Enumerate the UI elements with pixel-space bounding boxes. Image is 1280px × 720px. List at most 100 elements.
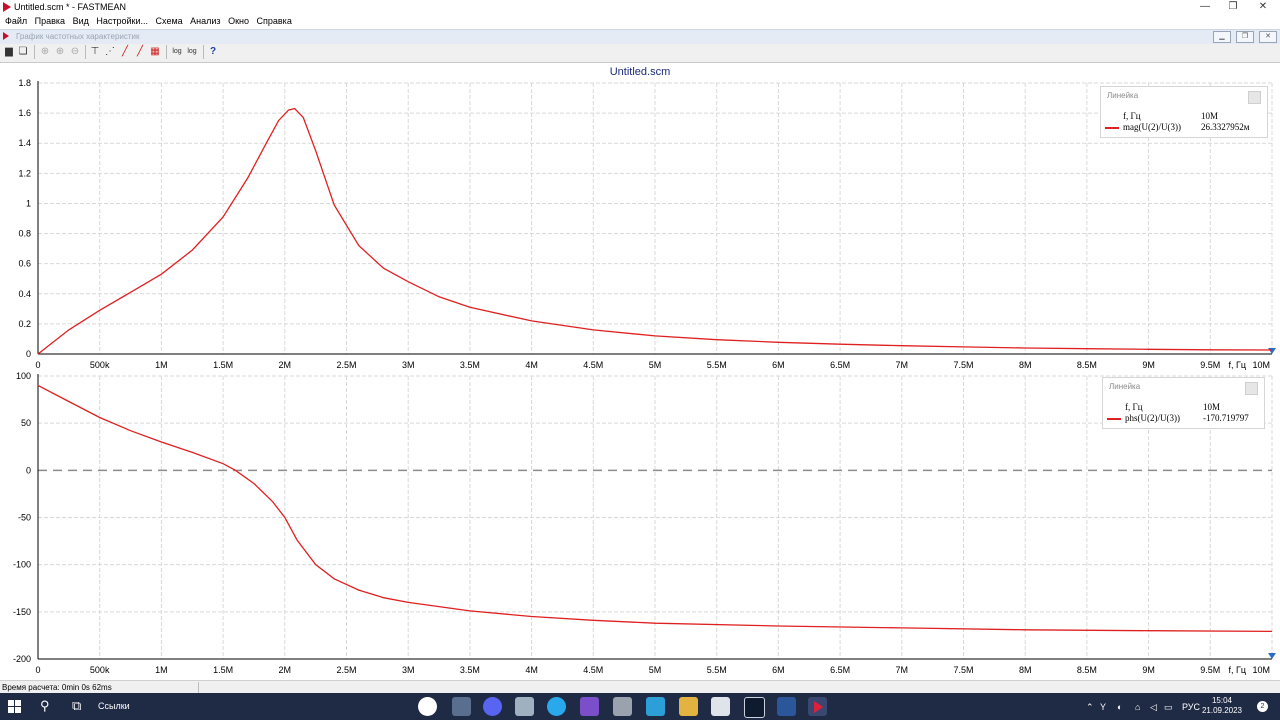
menu-analysis[interactable]: Анализ xyxy=(190,14,220,28)
y-tick-label: -200 xyxy=(13,654,31,664)
yandex-tray-icon[interactable]: Y xyxy=(1100,702,1106,712)
windows-start-icon[interactable] xyxy=(8,700,21,713)
y-tick-label: -100 xyxy=(13,560,31,570)
child-restore-button[interactable]: ❐ xyxy=(1236,31,1254,43)
menu-help[interactable]: Справка xyxy=(257,14,292,28)
x-tick-label: 1.5M xyxy=(213,665,233,675)
x-tick-label: 9M xyxy=(1142,665,1155,675)
fastmean-window: Untitled.scm * - FASTMEAN — ❐ ✕ Файл Пра… xyxy=(0,0,1280,720)
x-tick-label: 3M xyxy=(402,360,415,370)
notepad-icon[interactable] xyxy=(711,697,730,716)
x-tick-label: 1.5M xyxy=(213,360,233,370)
app-icon[interactable] xyxy=(646,697,665,716)
y-tick-label: 100 xyxy=(16,371,31,381)
legend-close-button[interactable] xyxy=(1245,382,1258,395)
clock-time: 15:04 xyxy=(1211,696,1233,705)
legend-x-name: f, Гц xyxy=(1123,111,1141,121)
x-tick-label: 500k xyxy=(90,360,110,370)
tray-app-icon[interactable]: ◐ xyxy=(1117,702,1122,712)
legend-series-row: mag(U(2)/U(3)) 26.3327952м xyxy=(1105,122,1261,134)
x-tick-label: 0 xyxy=(35,360,40,370)
calculator-icon[interactable] xyxy=(515,697,534,716)
y-tick-label: 50 xyxy=(21,418,31,428)
help-icon[interactable]: ? xyxy=(206,45,220,59)
legend-x-value: 10M xyxy=(1203,402,1221,412)
fastmean-app-icon xyxy=(3,2,11,12)
zoom-out-icon[interactable]: ⊖ xyxy=(68,45,82,59)
battery-icon[interactable]: ▭ xyxy=(1164,702,1173,713)
y-tick-label: 0 xyxy=(26,349,31,359)
menu-schema[interactable]: Схема xyxy=(156,14,183,28)
title-bar: Untitled.scm * - FASTMEAN — ❐ ✕ xyxy=(0,0,1280,14)
x-tick-label: 500k xyxy=(90,665,110,675)
magnitude-ruler-legend[interactable]: Линейка f, Гц 10M mag(U(2)/U(3)) 26.3327… xyxy=(1100,86,1268,138)
multisim-icon[interactable] xyxy=(744,697,765,718)
speaker-icon[interactable]: ◁ xyxy=(1150,702,1157,713)
language-indicator[interactable]: РУС xyxy=(1182,702,1200,712)
y-tick-label: 0.2 xyxy=(18,319,31,329)
x-tick-label: 3.5M xyxy=(460,665,480,675)
y-tick-label: 1 xyxy=(26,198,31,208)
tray-chevron-icon[interactable]: ⌃ xyxy=(1086,702,1094,713)
search-icon[interactable]: ⚲ xyxy=(40,699,50,713)
log-x-icon[interactable]: log xyxy=(170,45,184,59)
legend-close-button[interactable] xyxy=(1248,91,1261,104)
menu-view[interactable]: Вид xyxy=(73,14,89,28)
close-button[interactable]: ✕ xyxy=(1246,0,1280,14)
x-axis-label: f, Гц xyxy=(1228,665,1246,675)
app-icon[interactable] xyxy=(613,697,632,716)
clock[interactable]: 15:04 21.09.2023 xyxy=(1200,696,1244,716)
line-icon[interactable]: ╱ xyxy=(118,45,132,59)
x-tick-label: 4.5M xyxy=(583,360,603,370)
ruler-icon[interactable]: ⊤ xyxy=(88,45,102,59)
child-close-button[interactable]: ✕ xyxy=(1259,31,1277,43)
file-explorer-icon[interactable] xyxy=(452,697,471,716)
x-tick-label: 1M xyxy=(155,360,168,370)
yandex-browser-icon[interactable] xyxy=(418,697,437,716)
y-tick-label: 0 xyxy=(26,465,31,475)
x-tick-label: 7M xyxy=(896,360,909,370)
visual-studio-icon[interactable] xyxy=(580,697,599,716)
telegram-icon[interactable] xyxy=(547,697,566,716)
legend-series-name: phs(U(2)/U(3)) xyxy=(1125,413,1180,423)
fastmean-taskbar-icon[interactable] xyxy=(808,697,827,716)
toolbar-separator xyxy=(166,45,167,59)
task-view-icon[interactable]: ⧉ xyxy=(72,699,81,713)
child-minimize-button[interactable]: ▁ xyxy=(1213,31,1231,43)
toolbar-separator xyxy=(203,45,204,59)
menu-file[interactable]: Файл xyxy=(5,14,27,28)
zoom-icon[interactable]: ⊕ xyxy=(38,45,52,59)
sublime-text-icon[interactable] xyxy=(679,697,698,716)
x-tick-label: 8.5M xyxy=(1077,360,1097,370)
legend-series-value: 26.3327952м xyxy=(1201,122,1250,132)
toolbar-separator xyxy=(34,45,35,59)
word-icon[interactable] xyxy=(777,697,796,716)
thick-line-icon[interactable]: ╱ xyxy=(133,45,147,59)
x-tick-label: 4M xyxy=(525,360,538,370)
links-toolbar[interactable]: Ссылки xyxy=(98,701,130,711)
x-tick-label: 2.5M xyxy=(336,360,356,370)
menu-window[interactable]: Окно xyxy=(228,14,249,28)
y-tick-label: 0.8 xyxy=(18,229,31,239)
x-tick-label: 7M xyxy=(896,665,909,675)
grid-icon[interactable]: ▦ xyxy=(148,45,162,59)
y-tick-label: 0.6 xyxy=(18,259,31,269)
phase-ruler-legend[interactable]: Линейка f, Гц 10M phs(U(2)/U(3)) -170.71… xyxy=(1102,377,1265,429)
zoom-in-icon[interactable]: ⊕ xyxy=(53,45,67,59)
y-tick-label: 1.2 xyxy=(18,168,31,178)
legend-series-name: mag(U(2)/U(3)) xyxy=(1123,122,1181,132)
menu-edit[interactable]: Правка xyxy=(35,14,65,28)
x-tick-label: 9.5M xyxy=(1200,360,1220,370)
x-tick-label: 2M xyxy=(279,360,292,370)
copy-icon[interactable]: ❏ xyxy=(16,45,30,59)
menu-bar: Файл Правка Вид Настройки... Схема Анали… xyxy=(0,14,1280,28)
notification-badge[interactable]: 2 xyxy=(1257,701,1268,712)
menu-settings[interactable]: Настройки... xyxy=(96,14,148,28)
points-icon[interactable]: ⋰ xyxy=(103,45,117,59)
discord-icon[interactable] xyxy=(483,697,502,716)
network-icon[interactable]: ⌂ xyxy=(1135,702,1140,712)
legend-header: Линейка xyxy=(1109,382,1141,391)
maximize-button[interactable]: ❐ xyxy=(1216,0,1250,14)
save-icon[interactable]: ▆ xyxy=(2,45,16,59)
log-y-icon[interactable]: log xyxy=(185,45,199,59)
